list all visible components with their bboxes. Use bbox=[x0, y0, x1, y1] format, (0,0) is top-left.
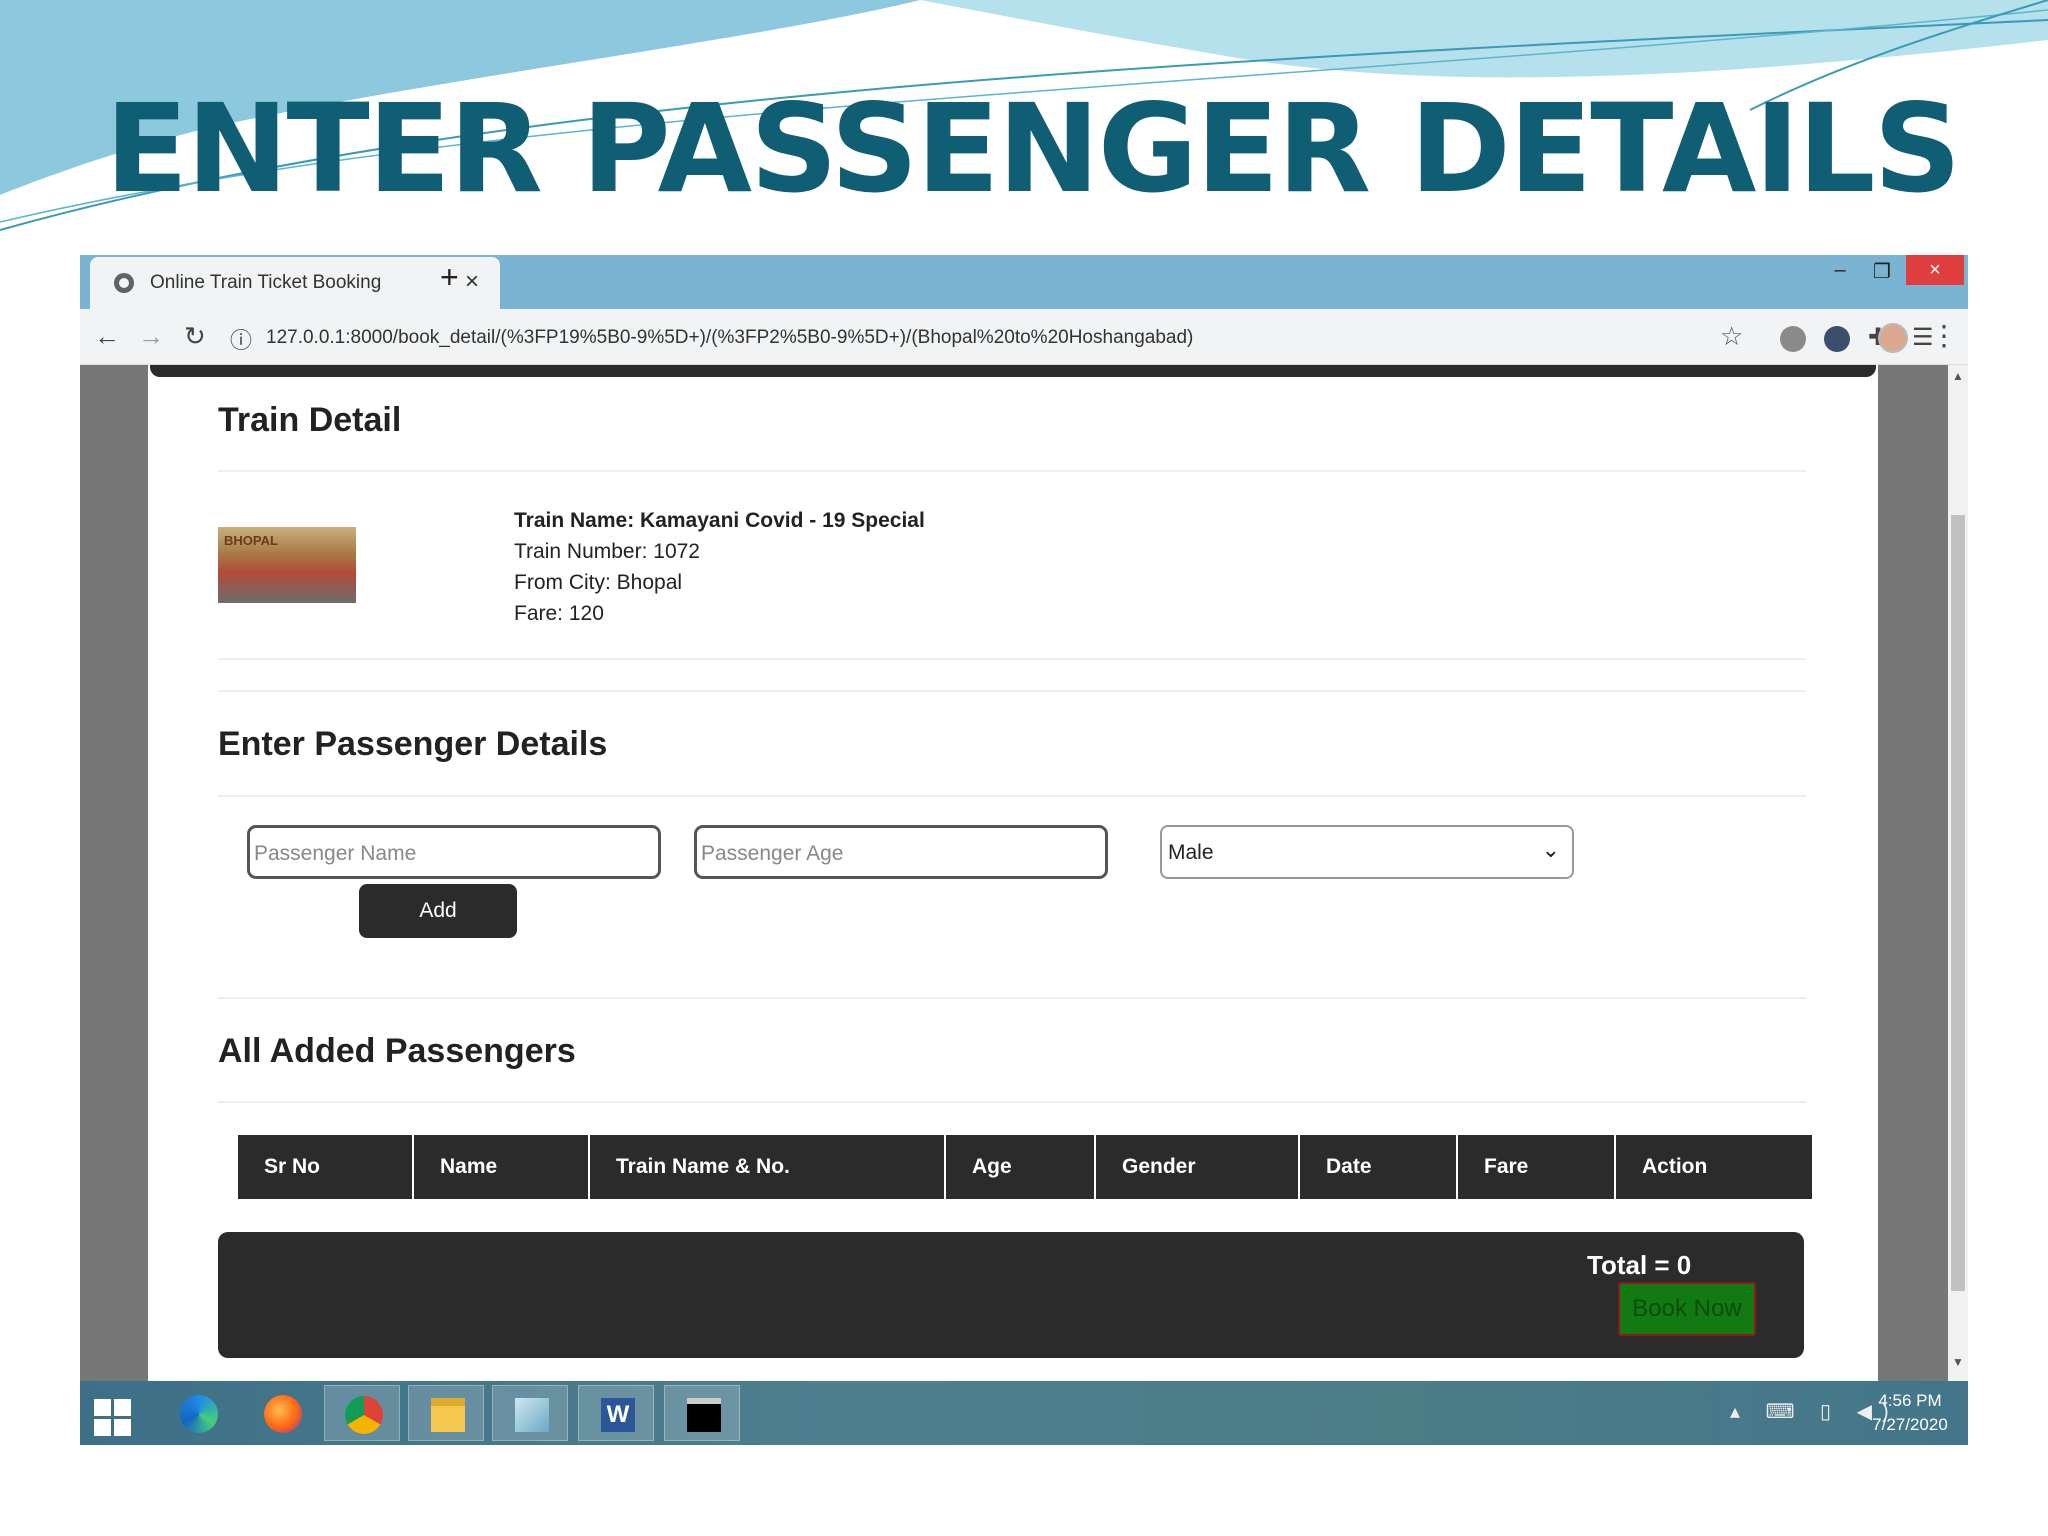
taskbar-file-explorer[interactable] bbox=[408, 1385, 484, 1441]
chrome-icon bbox=[345, 1396, 383, 1434]
divider bbox=[218, 690, 1806, 692]
close-tab-icon[interactable]: × bbox=[465, 268, 479, 296]
train-detail-heading: Train Detail bbox=[218, 401, 402, 439]
command-prompt-icon bbox=[687, 1398, 721, 1432]
browser-window: Online Train Ticket Booking × + – ❐ × ← … bbox=[80, 255, 1968, 1445]
extension-circle-icon[interactable] bbox=[1824, 326, 1850, 352]
extension-shield-icon[interactable] bbox=[1780, 326, 1806, 352]
page-viewport: Train Detail Train Name: Kamayani Covid … bbox=[80, 365, 1968, 1381]
url-text[interactable]: 127.0.0.1:8000/book_detail/(%3FP19%5B0-9… bbox=[266, 327, 1193, 349]
column-header: Age bbox=[944, 1135, 1094, 1199]
train-from-city: From City: Bhopal bbox=[514, 571, 683, 594]
tab-bar: Online Train Ticket Booking × + – ❐ × bbox=[80, 255, 1968, 309]
taskbar-firefox[interactable] bbox=[244, 1385, 320, 1441]
clock-date: 7/27/2020 bbox=[1872, 1415, 1948, 1434]
column-header: Name bbox=[412, 1135, 588, 1199]
column-header: Action bbox=[1614, 1135, 1812, 1199]
divider bbox=[218, 795, 1806, 797]
taskbar-word[interactable]: W bbox=[578, 1385, 654, 1441]
train-number: Train Number: 1072 bbox=[514, 540, 700, 563]
train-info: Train Name: Kamayani Covid - 19 Special … bbox=[514, 505, 925, 629]
train-name: Train Name: Kamayani Covid - 19 Special bbox=[514, 509, 925, 532]
divider bbox=[218, 1101, 1806, 1103]
navbar-edge bbox=[150, 365, 1876, 377]
maximize-button[interactable]: ❐ bbox=[1862, 259, 1902, 289]
scroll-down-arrow-icon[interactable]: ▼ bbox=[1952, 1355, 1964, 1369]
back-arrow-icon[interactable]: ← bbox=[94, 321, 120, 351]
bookmark-star-icon[interactable]: ☆ bbox=[1720, 321, 1743, 352]
column-header: Gender bbox=[1094, 1135, 1298, 1199]
gender-select[interactable]: Male ⌄ bbox=[1160, 825, 1574, 879]
notes-app-icon bbox=[515, 1398, 549, 1432]
more-menu-icon[interactable]: ⋮ bbox=[1930, 319, 1958, 352]
info-icon[interactable]: ⓘ bbox=[230, 323, 252, 355]
passenger-name-input[interactable]: Passenger Name bbox=[247, 825, 661, 879]
forward-arrow-icon[interactable]: → bbox=[138, 321, 164, 351]
word-icon: W bbox=[601, 1398, 635, 1432]
globe-icon bbox=[114, 273, 134, 293]
passenger-age-input[interactable]: Passenger Age bbox=[694, 825, 1108, 879]
taskbar-terminal[interactable] bbox=[664, 1385, 740, 1441]
slide: ENTER PASSENGER DETAILS Online Train Tic… bbox=[0, 0, 2048, 1536]
page-content: Train Detail Train Name: Kamayani Covid … bbox=[148, 365, 1878, 1381]
tab-title: Online Train Ticket Booking bbox=[150, 272, 382, 293]
total-amount: Total = 0 bbox=[1587, 1250, 1692, 1280]
scroll-up-arrow-icon[interactable]: ▲ bbox=[1952, 369, 1964, 383]
slide-title: ENTER PASSENGER DETAILS bbox=[105, 78, 1961, 220]
booking-summary-bar: Total = 0 Book Now bbox=[218, 1232, 1804, 1358]
clock-time: 4:56 PM bbox=[1878, 1391, 1942, 1410]
edge-browser-icon bbox=[180, 1395, 218, 1433]
passengers-table-header: Sr No Name Train Name & No. Age Gender D… bbox=[238, 1135, 1812, 1199]
minimize-button[interactable]: – bbox=[1820, 259, 1860, 289]
column-header: Fare bbox=[1456, 1135, 1614, 1199]
windows-taskbar: W ▴ ⌨ ▯ ◀) 4:56 PM 7/27/2020 bbox=[80, 1381, 1968, 1445]
profile-avatar[interactable] bbox=[1878, 323, 1908, 353]
divider bbox=[218, 470, 1806, 472]
taskbar-chrome[interactable] bbox=[324, 1385, 400, 1441]
column-header: Sr No bbox=[264, 1155, 321, 1178]
browser-toolbar: ← → ↻ ⓘ 127.0.0.1:8000/book_detail/(%3FP… bbox=[80, 309, 1968, 365]
browser-tab[interactable]: Online Train Ticket Booking × bbox=[90, 257, 500, 309]
windows-logo-icon bbox=[94, 1399, 132, 1437]
passenger-details-heading: Enter Passenger Details bbox=[218, 725, 608, 763]
gender-selected-value: Male bbox=[1168, 841, 1214, 864]
scrollbar-thumb[interactable] bbox=[1951, 515, 1965, 1291]
firefox-icon bbox=[264, 1395, 302, 1433]
book-now-button[interactable]: Book Now bbox=[1618, 1282, 1756, 1336]
address-bar[interactable]: ⓘ 127.0.0.1:8000/book_detail/(%3FP19%5B0… bbox=[230, 317, 1760, 357]
train-image bbox=[218, 527, 356, 603]
taskbar-notes[interactable] bbox=[492, 1385, 568, 1441]
vertical-scrollbar[interactable]: ▲ ▼ bbox=[1948, 365, 1968, 1381]
column-header: Train Name & No. bbox=[588, 1135, 944, 1199]
add-passenger-button[interactable]: Add bbox=[359, 884, 517, 938]
close-window-button[interactable]: × bbox=[1906, 255, 1964, 285]
chevron-down-icon: ⌄ bbox=[1541, 837, 1560, 862]
reload-icon[interactable]: ↻ bbox=[184, 321, 206, 351]
divider bbox=[218, 658, 1806, 660]
divider bbox=[218, 997, 1806, 999]
taskbar-clock[interactable]: 4:56 PM 7/27/2020 bbox=[1860, 1389, 1960, 1437]
start-button[interactable] bbox=[80, 1385, 156, 1441]
taskbar-edge[interactable] bbox=[160, 1385, 236, 1441]
train-fare: Fare: 120 bbox=[514, 602, 604, 625]
added-passengers-heading: All Added Passengers bbox=[218, 1032, 576, 1070]
column-header: Date bbox=[1298, 1135, 1456, 1199]
new-tab-button[interactable]: + bbox=[440, 259, 459, 296]
folder-icon bbox=[431, 1398, 465, 1432]
